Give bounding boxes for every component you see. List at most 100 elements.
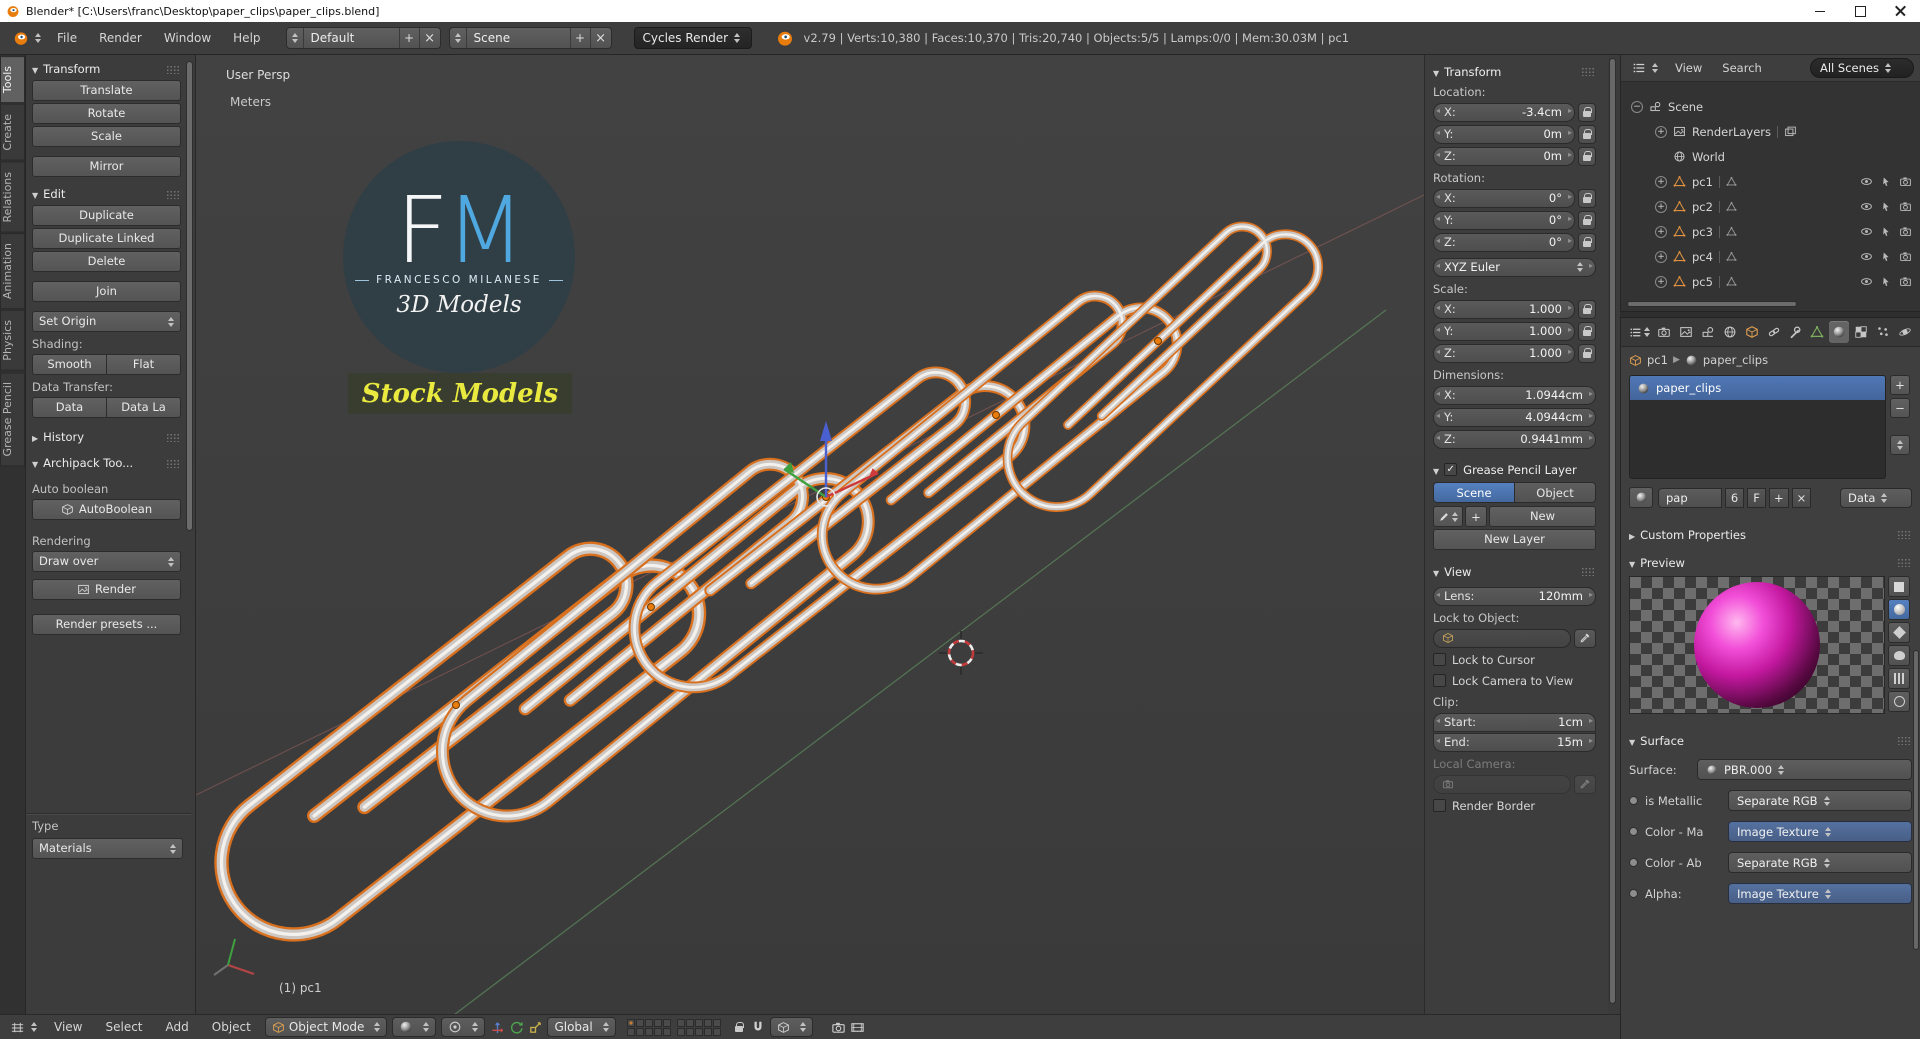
tab-material[interactable]: [1828, 321, 1850, 343]
outliner-menu-search[interactable]: Search: [1714, 61, 1770, 75]
editor-splitter[interactable]: [1620, 311, 1920, 318]
tab-modifiers[interactable]: [1785, 321, 1806, 343]
tab-scene[interactable]: [1698, 321, 1719, 343]
renderability-icon[interactable]: [1899, 225, 1912, 238]
menu-add[interactable]: Add: [155, 1015, 200, 1039]
preview-monkey-button[interactable]: [1888, 645, 1910, 666]
layer-cell[interactable]: [635, 1027, 644, 1036]
selectability-icon[interactable]: [1880, 276, 1892, 288]
location-y-lock-button[interactable]: [1578, 124, 1596, 144]
breadcrumb-object[interactable]: pc1: [1647, 353, 1668, 367]
shade-smooth-button[interactable]: Smooth: [32, 354, 107, 375]
outliner-row-pc1[interactable]: + pc1: [1621, 169, 1920, 194]
manipulator-scale-toggle[interactable]: [526, 1018, 544, 1036]
operator-type-dropdown[interactable]: Materials: [32, 838, 183, 859]
scale-z-field[interactable]: Z: 1.000: [1433, 343, 1575, 363]
lock-to-object-field[interactable]: [1433, 628, 1571, 648]
location-z-field[interactable]: Z: 0m: [1433, 146, 1575, 166]
outliner-row-pc2[interactable]: + pc2: [1621, 194, 1920, 219]
add-scene-button[interactable]: [571, 28, 591, 48]
translate-button[interactable]: Translate: [32, 80, 181, 101]
rotation-y-lock-button[interactable]: [1578, 210, 1596, 230]
duplicate-button[interactable]: Duplicate: [32, 205, 181, 226]
viewport-shading-dropdown[interactable]: [392, 1017, 437, 1037]
color-ma-input-dropdown[interactable]: Image Texture: [1728, 821, 1912, 842]
visibility-eye-icon[interactable]: [1860, 175, 1873, 188]
mode-dropdown[interactable]: Object Mode: [264, 1017, 388, 1037]
clip-end-field[interactable]: End: 15m: [1433, 732, 1596, 752]
layer-cell[interactable]: [662, 1018, 671, 1027]
new-material-button[interactable]: +: [1769, 487, 1789, 508]
panel-expand-icon[interactable]: [1433, 65, 1444, 79]
layer-cell[interactable]: [703, 1018, 712, 1027]
shade-flat-button[interactable]: Flat: [107, 354, 181, 375]
layer-cell[interactable]: [635, 1018, 644, 1027]
rotation-z-field[interactable]: Z: 0°: [1433, 232, 1575, 252]
screen-layout-name[interactable]: Default: [304, 28, 400, 48]
gp-new-button[interactable]: New: [1489, 506, 1596, 527]
render-engine-dropdown[interactable]: Cycles Render: [633, 27, 752, 49]
scale-y-lock-button[interactable]: [1578, 321, 1596, 341]
properties-editor-type-button[interactable]: [1626, 321, 1653, 343]
outliner-row-pc5[interactable]: + pc5: [1621, 269, 1920, 294]
join-button[interactable]: Join: [32, 281, 181, 302]
material-slot-selected[interactable]: paper_clips: [1630, 376, 1885, 400]
collapse-icon[interactable]: −: [1631, 100, 1643, 113]
expand-icon[interactable]: +: [1655, 275, 1667, 288]
layer-cell[interactable]: [712, 1027, 721, 1036]
rotate-button[interactable]: Rotate: [32, 103, 181, 124]
outliner-display-mode-dropdown[interactable]: All Scenes: [1810, 58, 1914, 78]
panel-expand-icon[interactable]: [32, 187, 43, 201]
alpha-input-dropdown[interactable]: Image Texture: [1728, 883, 1912, 904]
layer-cell[interactable]: [653, 1027, 662, 1036]
renderability-icon[interactable]: [1899, 200, 1912, 213]
manipulator-translate-toggle[interactable]: [488, 1018, 506, 1036]
panel-expand-icon[interactable]: [1629, 734, 1640, 748]
remove-scene-button[interactable]: [591, 28, 611, 48]
editor-type-button[interactable]: [5, 1016, 42, 1038]
eyedropper-button[interactable]: [1574, 628, 1596, 648]
gp-add-button[interactable]: +: [1465, 506, 1487, 527]
tab-create[interactable]: Create: [0, 104, 25, 161]
draw-over-dropdown[interactable]: Draw over: [32, 551, 181, 572]
outliner-editor-type-button[interactable]: [1627, 57, 1663, 79]
toolshelf-scrollbar[interactable]: [186, 61, 193, 531]
gp-brush-dropdown[interactable]: [1433, 506, 1463, 527]
outliner-horizontal-scrollbar[interactable]: [1627, 301, 1797, 307]
scale-x-lock-button[interactable]: [1578, 299, 1596, 319]
selectability-icon[interactable]: [1880, 251, 1892, 263]
render-presets-button[interactable]: Render presets ...: [32, 614, 181, 635]
data-transfer-layout-button[interactable]: Data La: [107, 397, 181, 418]
material-slot-list[interactable]: paper_clips: [1629, 375, 1886, 479]
panel-expand-icon[interactable]: [1433, 463, 1444, 477]
preview-cube-button[interactable]: [1888, 622, 1910, 643]
tab-render[interactable]: [1654, 321, 1675, 343]
properties-scrollbar[interactable]: [1913, 650, 1919, 950]
clip-start-field[interactable]: Start: 1cm: [1433, 712, 1596, 732]
layer-cell[interactable]: [703, 1027, 712, 1036]
datablock-dropdown[interactable]: Data: [1840, 487, 1912, 508]
outliner-row-world[interactable]: World: [1621, 144, 1920, 169]
close-button[interactable]: [1880, 0, 1920, 22]
menu-select[interactable]: Select: [94, 1015, 153, 1039]
tab-object-data[interactable]: [1807, 321, 1828, 343]
location-z-lock-button[interactable]: [1578, 146, 1596, 166]
metallic-input-dropdown[interactable]: Separate RGB: [1728, 790, 1912, 811]
scale-x-field[interactable]: X: 1.000: [1433, 299, 1575, 319]
preview-hair-button[interactable]: [1888, 668, 1910, 689]
remove-material-slot-button[interactable]: −: [1890, 398, 1910, 418]
duplicate-linked-button[interactable]: Duplicate Linked: [32, 228, 181, 249]
outliner-row-pc3[interactable]: + pc3: [1621, 219, 1920, 244]
expand-icon[interactable]: +: [1655, 200, 1667, 213]
surface-shader-dropdown[interactable]: PBR.000: [1697, 759, 1912, 780]
tab-world[interactable]: [1719, 321, 1740, 343]
rotation-y-field[interactable]: Y: 0°: [1433, 210, 1575, 230]
scene-browse-button[interactable]: [450, 28, 467, 48]
selectability-icon[interactable]: [1880, 201, 1892, 213]
visibility-eye-icon[interactable]: [1860, 225, 1873, 238]
material-users-button[interactable]: 6: [1725, 487, 1744, 508]
layer-cell[interactable]: [712, 1018, 721, 1027]
snap-toggle[interactable]: [749, 1018, 767, 1036]
lock-to-cursor-checkbox[interactable]: [1433, 653, 1446, 666]
tab-constraints[interactable]: [1763, 321, 1784, 343]
